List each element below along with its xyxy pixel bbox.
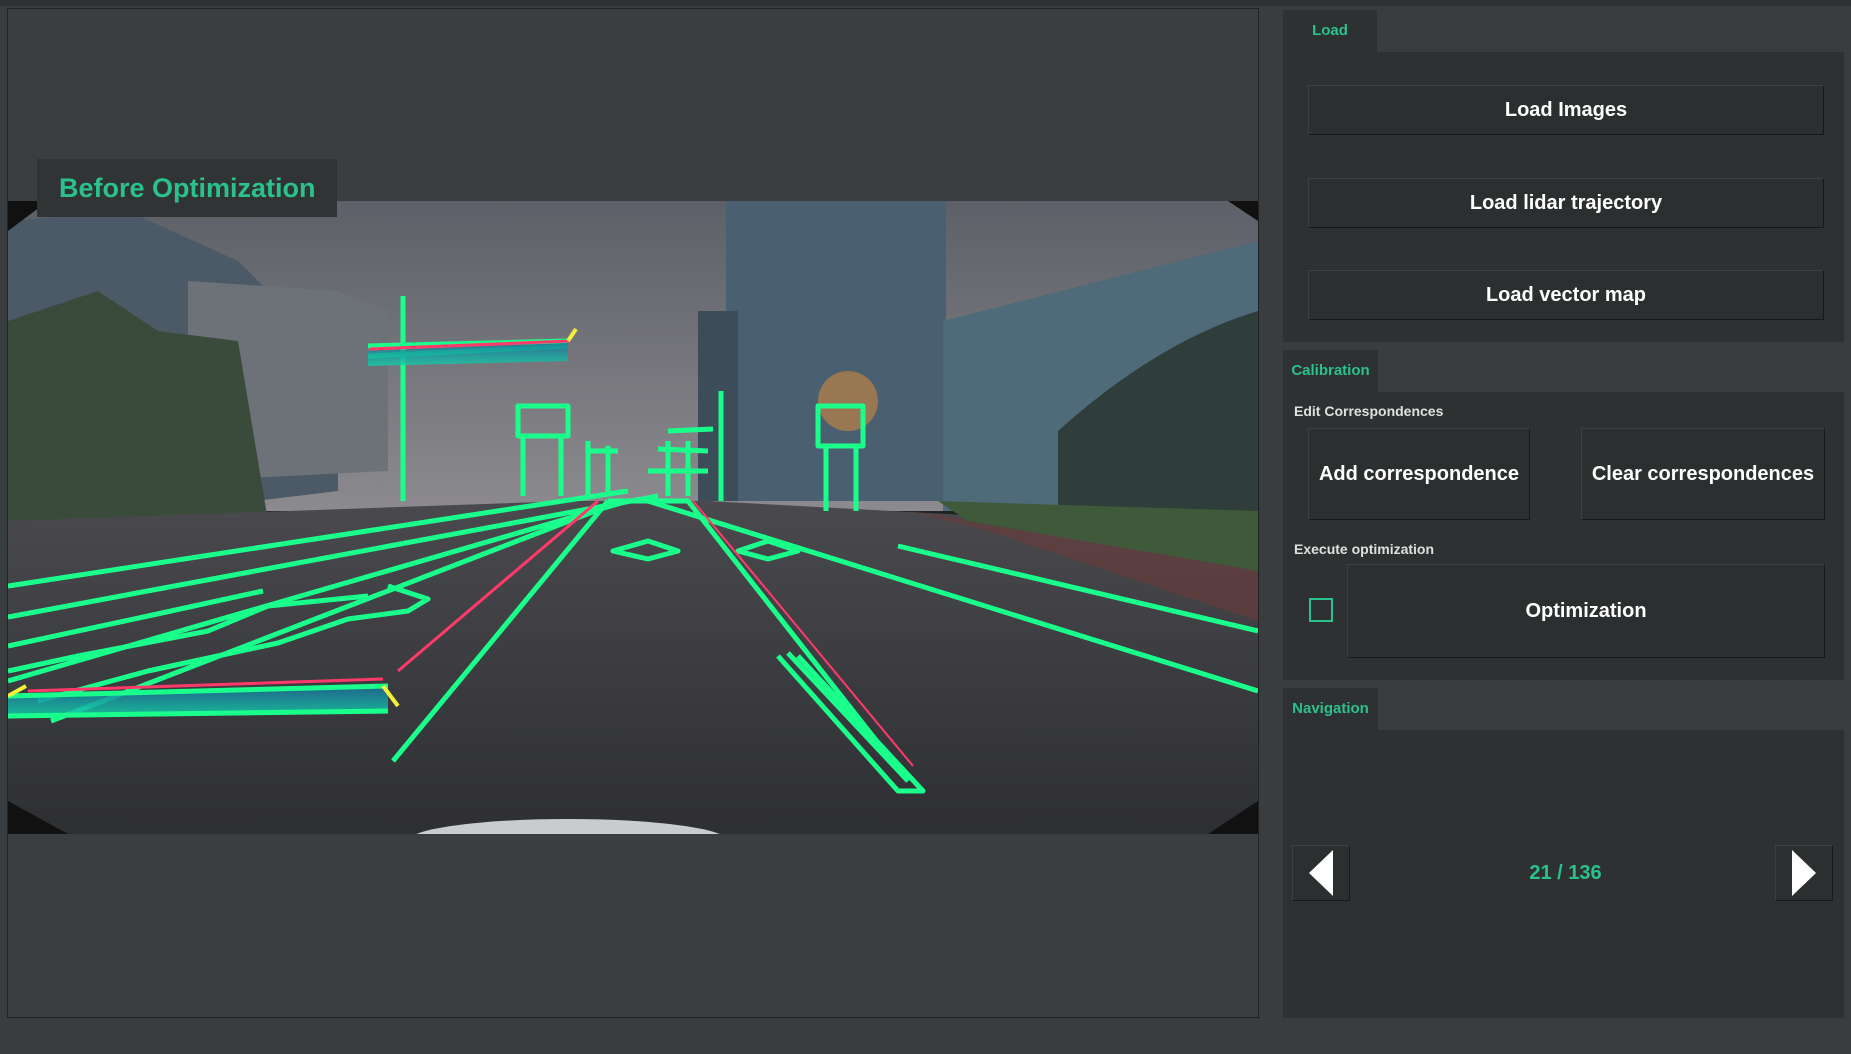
- image-viewer[interactable]: Before Optimization: [7, 8, 1259, 1018]
- optimization-checkbox[interactable]: [1309, 598, 1333, 622]
- previous-button[interactable]: [1292, 845, 1350, 901]
- execute-optimization-label: Execute optimization: [1294, 541, 1435, 557]
- tab-calibration[interactable]: Calibration: [1283, 350, 1378, 392]
- load-vector-map-button[interactable]: Load vector map: [1308, 270, 1824, 320]
- edit-correspondences-label: Edit Correspondences: [1294, 403, 1444, 419]
- image-counter: 21 / 136: [1529, 862, 1602, 884]
- tower: [726, 201, 946, 501]
- optimization-button[interactable]: Optimization: [1347, 564, 1825, 658]
- load-lidar-trajectory-button[interactable]: Load lidar trajectory: [1308, 178, 1824, 228]
- control-panel: Load Load Images Load lidar trajectory L…: [1283, 0, 1851, 1054]
- load-images-button[interactable]: Load Images: [1308, 85, 1824, 135]
- clear-correspondences-button[interactable]: Clear correspondences: [1581, 428, 1825, 520]
- camera-image[interactable]: [8, 201, 1258, 834]
- navigation-group: Navigation 21 / 136: [1283, 688, 1844, 1018]
- arrow-right-icon: [1792, 850, 1816, 896]
- arrow-left-icon: [1309, 850, 1333, 896]
- view-title: Before Optimization: [37, 159, 337, 217]
- next-button[interactable]: [1775, 845, 1833, 901]
- tab-load[interactable]: Load: [1283, 10, 1377, 52]
- add-correspondence-button[interactable]: Add correspondence: [1308, 428, 1530, 520]
- load-group: Load Load Images Load lidar trajectory L…: [1283, 10, 1844, 342]
- calibration-group: Calibration Edit Correspondences Add cor…: [1283, 350, 1844, 680]
- sun-glow: [818, 371, 878, 431]
- tab-navigation[interactable]: Navigation: [1283, 688, 1378, 730]
- camera-scene: [8, 201, 1258, 834]
